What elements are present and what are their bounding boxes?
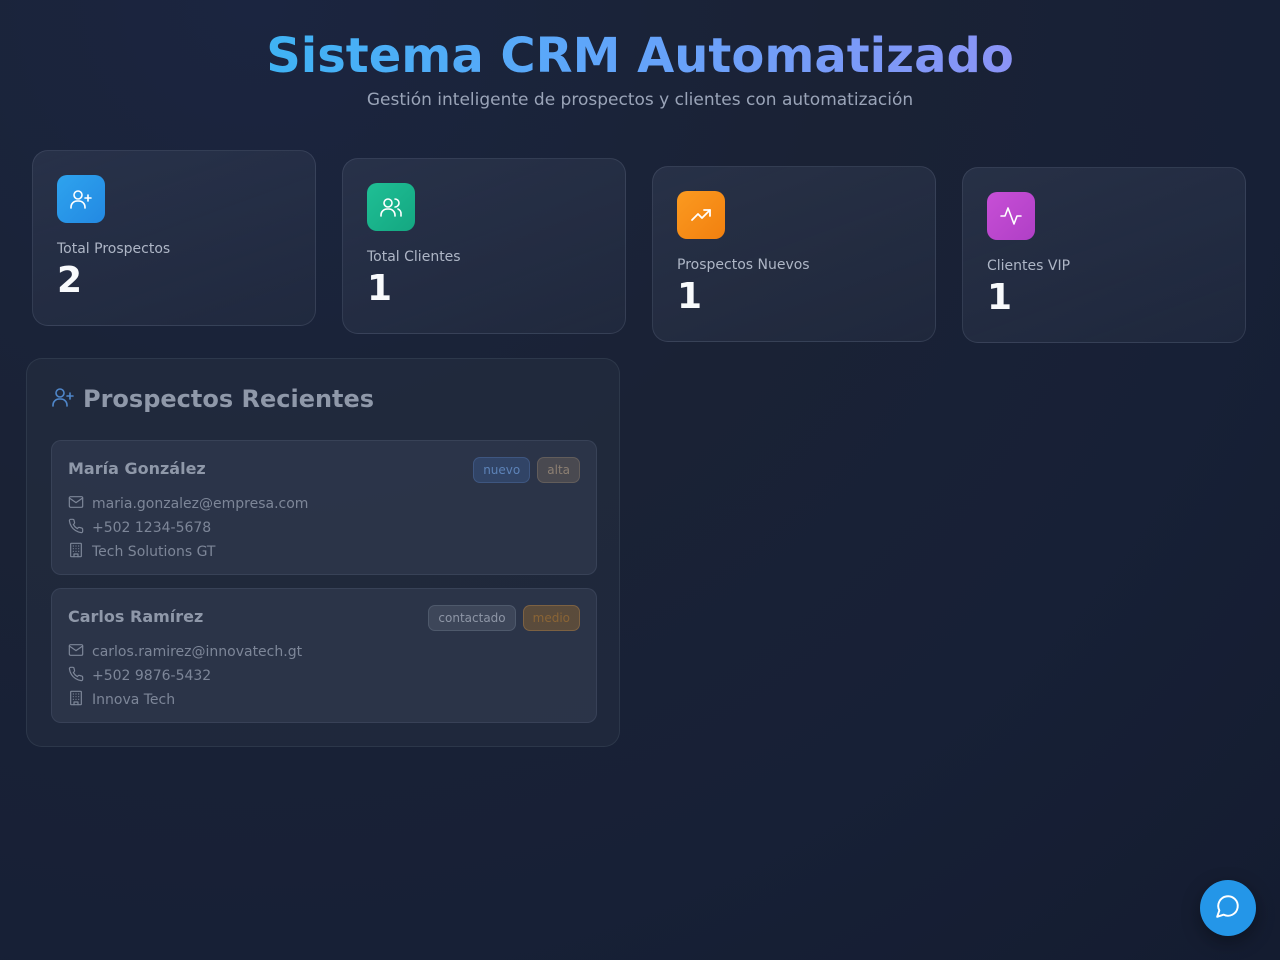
stat-label: Clientes VIP	[987, 258, 1071, 274]
trending-up-icon	[677, 191, 725, 239]
stat-value: 1	[987, 277, 1013, 318]
prospect-phone: +502 9876-5432	[68, 664, 580, 688]
stat-label: Total Prospectos	[57, 241, 171, 257]
building-icon	[68, 690, 84, 710]
mail-icon	[68, 642, 84, 662]
prospect-email: carlos.ramirez@innovatech.gt	[68, 640, 580, 664]
prospect-email: maria.gonzalez@empresa.com	[68, 492, 580, 516]
stat-card-total-clientes: Total Clientes 1	[342, 158, 626, 334]
priority-badge: medio	[522, 605, 580, 631]
prospect-company: Tech Solutions GT	[68, 540, 580, 564]
stat-label: Total Clientes	[367, 249, 461, 265]
building-icon	[68, 542, 84, 562]
user-plus-icon	[51, 385, 75, 413]
prospect-name: María González	[68, 459, 206, 478]
page-header: Sistema CRM Automatizado Gestión intelig…	[0, 28, 1280, 110]
chat-icon	[1215, 893, 1241, 923]
stat-value: 2	[57, 260, 83, 301]
status-badge: contactado	[428, 605, 516, 631]
users-icon	[367, 183, 415, 231]
stat-value: 1	[367, 268, 393, 309]
phone-icon	[68, 518, 84, 538]
prospect-card[interactable]: Carlos Ramírez contactado medio carlos.r…	[51, 588, 597, 723]
mail-icon	[68, 494, 84, 514]
page-subtitle: Gestión inteligente de prospectos y clie…	[366, 90, 914, 110]
stat-label: Prospectos Nuevos	[677, 257, 810, 273]
prospect-card[interactable]: María González nuevo alta maria.gonzalez…	[51, 440, 597, 575]
stat-card-clientes-vip: Clientes VIP 1	[962, 167, 1246, 343]
panel-header: Prospectos Recientes	[51, 383, 595, 415]
recent-prospects-panel: Prospectos Recientes María González nuev…	[26, 358, 620, 747]
panel-title: Prospectos Recientes	[83, 385, 375, 413]
page-title: Sistema CRM Automatizado	[266, 28, 1014, 84]
phone-icon	[68, 666, 84, 686]
chat-button[interactable]	[1200, 880, 1256, 936]
stat-card-total-prospectos: Total Prospectos 2	[32, 150, 316, 326]
prospect-company: Innova Tech	[68, 688, 580, 712]
prospect-phone: +502 1234-5678	[68, 516, 580, 540]
status-badge: nuevo	[473, 457, 531, 483]
stat-card-prospectos-nuevos: Prospectos Nuevos 1	[652, 166, 936, 342]
activity-icon	[987, 192, 1035, 240]
prospect-name: Carlos Ramírez	[68, 607, 204, 626]
priority-badge: alta	[537, 457, 580, 483]
stat-value: 1	[677, 276, 703, 317]
user-plus-icon	[57, 175, 105, 223]
